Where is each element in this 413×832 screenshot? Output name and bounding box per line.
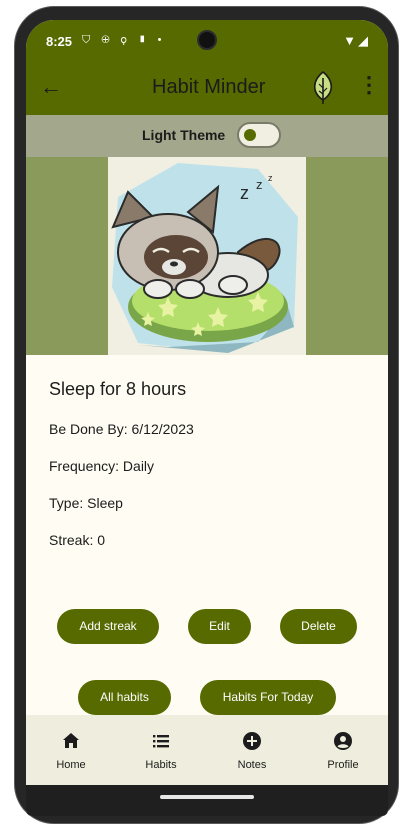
nav-label-notes: Notes <box>237 759 267 771</box>
add-streak-button[interactable]: Add streak <box>57 609 159 644</box>
theme-label: Light Theme <box>142 127 226 143</box>
sleeping-cat-illustration: z z z <box>108 157 306 355</box>
edit-button[interactable]: Edit <box>188 609 251 644</box>
status-bar: 8:25 ⛉ ⊕ ⚲ ▮ • ▼◢ <box>26 20 388 62</box>
list-icon <box>153 735 169 748</box>
theme-bar: Light Theme <box>26 115 388 157</box>
toggle-knob <box>244 129 256 141</box>
nav-item-habits[interactable]: Habits <box>116 715 206 785</box>
all-habits-button[interactable]: All habits <box>78 680 171 715</box>
habit-due-date: Be Done By: 6/12/2023 <box>49 421 194 437</box>
status-signal-icons: ▼◢ <box>343 33 370 48</box>
app-bar: ← Habit Minder ⋮ <box>26 62 388 115</box>
habit-type: Type: Sleep <box>49 495 123 511</box>
gesture-bar[interactable] <box>160 795 254 799</box>
more-vert-icon[interactable]: ⋮ <box>358 74 380 96</box>
nav-label-habits: Habits <box>145 759 177 771</box>
camera-cutout <box>197 30 217 50</box>
arrow-left-icon[interactable]: ← <box>40 76 62 98</box>
nav-item-notes[interactable]: Notes <box>207 715 297 785</box>
habit-frequency: Frequency: Daily <box>49 458 155 474</box>
delete-button[interactable]: Delete <box>280 609 357 644</box>
nav-label-home: Home <box>56 759 86 771</box>
nav-item-home[interactable]: Home <box>26 715 116 785</box>
habit-image-band: z z z <box>26 157 388 355</box>
status-time: 8:25 <box>46 34 73 49</box>
habit-title: Sleep for 8 hours <box>49 379 187 399</box>
nav-item-profile[interactable]: Profile <box>298 715 388 785</box>
home-icon <box>63 733 79 748</box>
theme-toggle[interactable] <box>237 122 281 148</box>
nav-label-profile: Profile <box>327 759 359 771</box>
account-circle-icon <box>334 732 352 750</box>
svg-text:z: z <box>240 183 249 203</box>
svg-text:z: z <box>268 173 273 183</box>
svg-text:z: z <box>256 177 263 192</box>
add-circle-icon <box>243 732 261 750</box>
app-screen: 8:25 ⛉ ⊕ ⚲ ▮ • ▼◢ ← Habit Minder ⋮ Light… <box>26 20 388 816</box>
leaf-icon[interactable] <box>309 70 337 106</box>
habits-for-today-button[interactable]: Habits For Today <box>200 680 336 715</box>
habit-streak: Streak: 0 <box>49 532 106 548</box>
status-notification-icons: ⛉ ⊕ ⚲ ▮ • <box>82 34 166 46</box>
gesture-area <box>26 785 388 816</box>
app-title: Habit Minder <box>152 76 266 98</box>
bottom-navigation: Home Habits Notes Profile <box>26 715 388 785</box>
